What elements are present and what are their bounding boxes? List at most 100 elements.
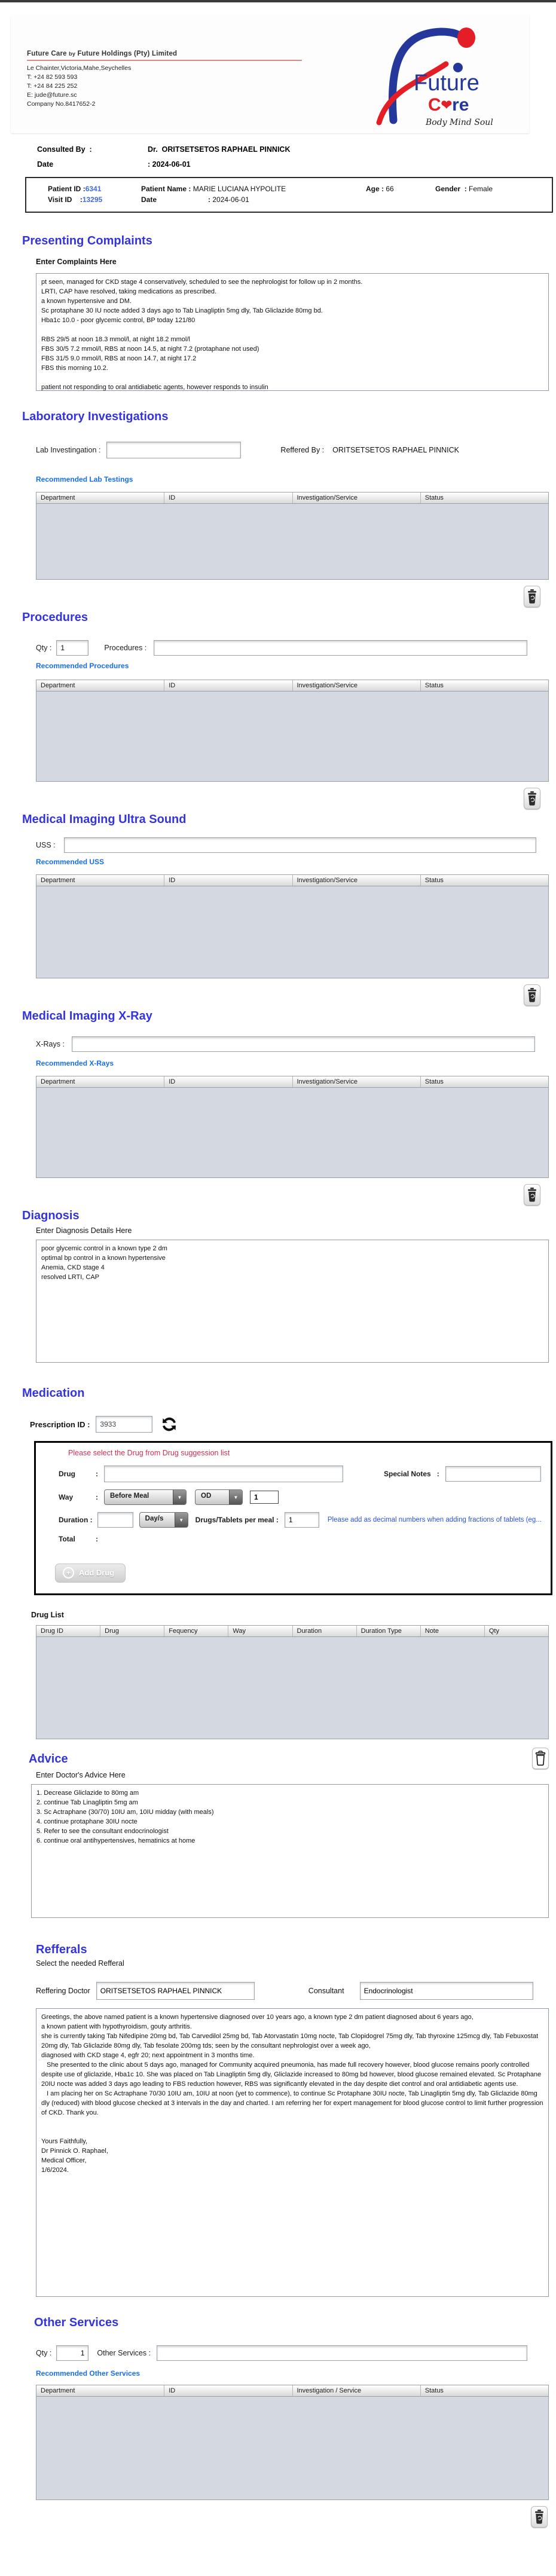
total-label: Total: [59, 1535, 96, 1543]
consultant-input[interactable]: [360, 1982, 533, 2000]
drug-list-body[interactable]: [36, 1637, 548, 1739]
company-info: Future Care by Future Holdings (Pty) Lim…: [11, 15, 302, 133]
section-title-ultrasound: Medical Imaging Ultra Sound: [22, 813, 556, 827]
other-services-input[interactable]: [157, 2345, 527, 2361]
procedures-table-body[interactable]: [36, 692, 548, 781]
refresh-icon: [160, 1415, 179, 1434]
duration-unit-select[interactable]: Day/s ▼: [139, 1512, 188, 1528]
column-header: ID: [164, 1076, 292, 1087]
delete-xray-button[interactable]: [524, 1184, 540, 1206]
xray-table-body[interactable]: [36, 1088, 548, 1177]
lab-table-body[interactable]: [36, 504, 548, 579]
column-header: ID: [164, 2385, 292, 2396]
referral-letter-textarea[interactable]: Greetings, the above named patient is a …: [36, 2008, 549, 2297]
chevron-down-icon: ▼: [175, 1513, 188, 1527]
visit-id-label: Visit ID: [48, 195, 72, 204]
consulted-by-label: Consulted By: [37, 145, 85, 154]
referring-doctor-input[interactable]: [96, 1982, 255, 2000]
recommended-xrays-link[interactable]: Recommended X-Rays: [36, 1059, 556, 1067]
trash-icon: [527, 589, 537, 604]
company-number: Company No.8417652-2: [27, 100, 302, 109]
column-header: Investigation/Service: [293, 680, 421, 691]
total-row: Total :: [59, 1535, 542, 1543]
recommended-uss-link[interactable]: Recommended USS: [36, 858, 556, 866]
prescription-id-input[interactable]: [96, 1416, 152, 1433]
column-header: Fequency: [164, 1626, 228, 1636]
way-select[interactable]: Before Meal ▼: [104, 1489, 187, 1505]
lab-table-header: Department ID Investigation/Service Stat…: [36, 492, 548, 504]
complaints-textarea[interactable]: pt seen, managed for CKD stage 4 conserv…: [36, 273, 549, 391]
doctor-prefix: Dr.: [148, 145, 158, 154]
trash-icon: [527, 1188, 537, 1202]
uss-input[interactable]: [64, 837, 536, 853]
section-title-other-services: Other Services: [34, 2316, 556, 2330]
refresh-prescription-button[interactable]: [158, 1414, 180, 1435]
xray-input[interactable]: [72, 1036, 535, 1052]
other-qty-input[interactable]: [56, 2345, 88, 2361]
per-meal-input[interactable]: [285, 1512, 319, 1528]
patient-id-value: 6341: [85, 185, 102, 193]
duration-input[interactable]: [97, 1512, 133, 1528]
consulted-by-line: Consulted By : Dr. ORITSETSETOS RAPHAEL …: [37, 145, 556, 154]
drug-row: Drug : Special Notes :: [59, 1466, 542, 1482]
date-label: Date: [37, 160, 53, 169]
column-header: Duration Type: [357, 1626, 421, 1636]
drug-input[interactable]: [104, 1466, 343, 1482]
lab-investigation-input[interactable]: [106, 442, 241, 458]
svg-text:Future: Future: [414, 71, 479, 96]
procedures-input[interactable]: [154, 640, 527, 656]
delete-procedure-button[interactable]: [524, 788, 540, 809]
svg-text:C❤re: C❤re: [428, 95, 469, 115]
gender-label: Gender: [435, 185, 460, 193]
delete-drug-button[interactable]: [532, 1748, 549, 1769]
prescription-id-row: Prescription ID :: [30, 1414, 556, 1435]
lab-investigation-label: Lab Investingation :: [36, 446, 100, 454]
decimal-hint: Please add as decimal numbers when addin…: [328, 1516, 542, 1523]
drug-list-header: Drug ID Drug Fequency Way Duration Durat…: [36, 1626, 548, 1637]
procedures-table: Department ID Investigation/Service Stat…: [36, 680, 549, 782]
delete-lab-item-button[interactable]: [524, 586, 540, 607]
frequency-select[interactable]: OD ▼: [195, 1489, 243, 1505]
xray-table: Department ID Investigation/Service Stat…: [36, 1076, 549, 1178]
delete-other-service-button[interactable]: [531, 2506, 548, 2528]
add-drug-button[interactable]: + Add Drug: [55, 1564, 126, 1583]
letterhead: Future Care by Future Holdings (Pty) Lim…: [11, 15, 529, 133]
column-header: Department: [36, 1076, 164, 1087]
recommended-other-services-link[interactable]: Recommended Other Services: [36, 2369, 556, 2378]
column-header: Status: [421, 492, 548, 503]
company-address: Le Chainter,Victoria,Mahe,Seychelles: [27, 64, 302, 73]
visit-id-value: 13295: [83, 195, 102, 204]
uss-table-header: Department ID Investigation/Service Stat…: [36, 875, 548, 886]
delete-uss-button[interactable]: [524, 984, 540, 1006]
recommended-lab-testings-link[interactable]: Recommended Lab Testings: [36, 475, 556, 484]
column-header: Note: [421, 1626, 485, 1636]
special-notes-input[interactable]: [445, 1466, 541, 1482]
uss-table-body[interactable]: [36, 886, 548, 978]
recommended-procedures-link[interactable]: Recommended Procedures: [36, 662, 556, 670]
column-header: Investigation/Service: [293, 492, 421, 503]
procedures-qty-input[interactable]: [56, 640, 88, 656]
duration-row: Duration : Day/s ▼ Drugs/Tablets per mea…: [59, 1512, 542, 1528]
patient-id-label: Patient ID: [48, 185, 81, 193]
other-services-body[interactable]: [36, 2397, 548, 2499]
gender-value: Female: [469, 185, 493, 193]
diagnosis-textarea[interactable]: poor glycemic control in a known type 2 …: [36, 1240, 549, 1363]
frequency-qty-input[interactable]: [250, 1491, 279, 1504]
procedures-label: Procedures :: [104, 644, 146, 652]
patient-name-value: MARIE LUCIANA HYPOLITE: [193, 185, 286, 193]
column-header: Status: [421, 680, 548, 691]
advice-textarea[interactable]: 1. Decrease Gliclazide to 80mg am 2. con…: [31, 1784, 549, 1918]
column-header: ID: [164, 680, 292, 691]
drug-label: Drug: [59, 1470, 96, 1478]
patient-info-box: Patient ID :6341 Patient Name : MARIE LU…: [25, 177, 553, 213]
column-header: Department: [36, 492, 164, 503]
xray-table-header: Department ID Investigation/Service Stat…: [36, 1076, 548, 1088]
letterhead-rule: [27, 60, 302, 61]
patient-name-label: Patient Name: [141, 185, 187, 193]
column-header: Status: [421, 875, 548, 886]
complaints-sublabel: Enter Complaints Here: [36, 258, 556, 266]
section-title-diagnosis: Diagnosis: [22, 1209, 556, 1223]
procedures-table-header: Department ID Investigation/Service Stat…: [36, 680, 548, 692]
column-header: Drug: [100, 1626, 164, 1636]
column-header: ID: [164, 492, 292, 503]
